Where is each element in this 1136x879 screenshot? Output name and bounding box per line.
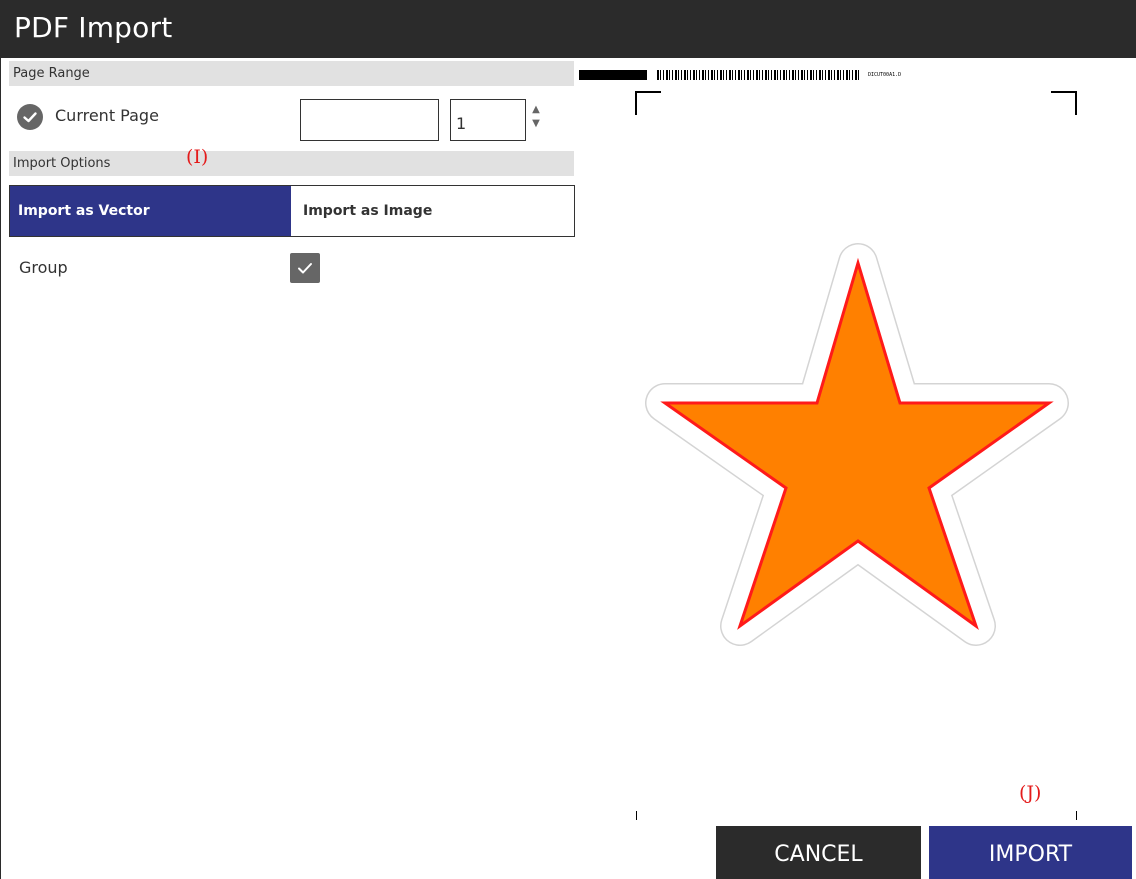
cancel-button[interactable]: CANCEL [716, 826, 921, 879]
stepper-down-arrow-icon[interactable]: ▼ [530, 117, 542, 131]
title-bar: PDF Import [1, 0, 1136, 58]
current-page-radio-checked-icon[interactable] [17, 104, 43, 130]
pdf-preview: DICUT00A1.D [579, 58, 1136, 820]
current-page-label: Current Page [55, 106, 159, 125]
pdf-import-dialog: PDF Import Page Range Current Page 1 ▲ ▼… [0, 0, 1136, 879]
stepper-up-arrow-icon[interactable]: ▲ [530, 103, 542, 117]
page-number-stepper: ▲ ▼ [530, 103, 542, 135]
annotation-label-j: (J) [1019, 782, 1042, 804]
page-range-header: Page Range [9, 61, 574, 86]
import-mode-toggle: Import as Vector Import as Image [9, 185, 575, 237]
import-options-header: Import Options [9, 151, 574, 176]
import-button[interactable]: IMPORT [929, 826, 1132, 879]
import-as-vector-tab[interactable]: Import as Vector [10, 186, 291, 236]
page-range-text-field[interactable] [300, 99, 439, 141]
star-shape-icon [645, 243, 1069, 646]
group-checkbox[interactable] [290, 253, 320, 283]
page-number-input[interactable]: 1 [450, 99, 526, 141]
annotation-label-i: (I) [186, 146, 209, 168]
group-label: Group [19, 258, 68, 277]
checkmark-icon [298, 263, 312, 274]
import-as-image-tab[interactable]: Import as Image [291, 186, 574, 236]
window-title: PDF Import [14, 11, 173, 44]
